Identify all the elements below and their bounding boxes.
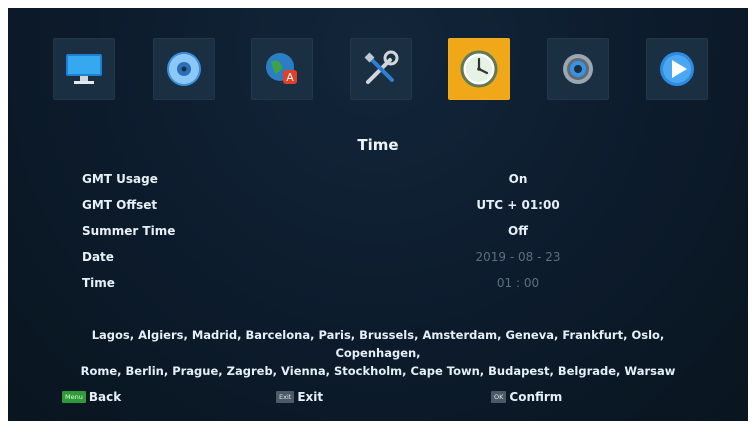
tools-icon [364,50,399,84]
svg-text:A: A [286,71,294,84]
cities-line: Rome, Berlin, Prague, Zagreb, Vienna, St… [80,364,676,378]
disc-icon [167,52,201,86]
setting-value[interactable]: On [448,172,588,186]
gear-icon [563,54,593,84]
menu-tile-time[interactable] [448,38,510,100]
ok-key-icon: OK [491,391,507,403]
setting-row-gmt-offset[interactable]: GMT Offset UTC + 01:00 [8,194,748,218]
menu-tile-picture[interactable] [53,38,115,100]
footer-bar: Menu Back Exit Exit OK Confirm [8,388,748,412]
setting-value: 01 : 00 [496,276,540,290]
monitor-icon [66,54,102,84]
setting-row-summer-time[interactable]: Summer Time Off [8,220,748,244]
setting-row-time: Time 01 : 00 [8,272,748,296]
setting-value: 2019 - 08 - 23 [475,250,561,264]
page-title: Time [357,136,399,154]
back-label: Back [88,390,122,404]
setting-label: GMT Offset [82,198,158,212]
setting-value[interactable]: Off [448,224,588,238]
setting-row-date: Date 2019 - 08 - 23 [8,246,748,270]
confirm-button[interactable]: OK Confirm [491,390,562,404]
cities-line: Lagos, Algiers, Madrid, Barcelona, Paris… [91,328,665,360]
clock-icon [460,50,498,88]
main-menu-bar: A [53,38,713,100]
exit-key-icon: Exit [276,391,295,403]
back-button[interactable]: Menu Back [62,390,121,404]
exit-label: Exit [297,390,324,404]
play-icon [660,52,694,86]
menu-tile-settings[interactable] [547,38,609,100]
timezone-cities: Lagos, Algiers, Madrid, Barcelona, Paris… [48,326,708,380]
setting-label: Summer Time [82,224,176,238]
language-globe-icon: A [266,53,297,84]
menu-key-icon: Menu [62,391,86,403]
setting-label: GMT Usage [82,172,158,186]
menu-tile-language[interactable]: A [251,38,313,100]
confirm-label: Confirm [509,390,563,404]
tv-screen: A Time GMT Usage On GMT Offset UTC + 01:… [8,8,748,421]
menu-tile-media[interactable] [153,38,215,100]
menu-tile-system[interactable] [350,38,412,100]
setting-label: Date [82,250,114,264]
setting-row-gmt-usage[interactable]: GMT Usage On [8,168,748,192]
setting-label: Time [82,276,115,290]
setting-value[interactable]: UTC + 01:00 [448,198,588,212]
menu-tile-player[interactable] [646,38,708,100]
exit-button[interactable]: Exit Exit [276,390,323,404]
